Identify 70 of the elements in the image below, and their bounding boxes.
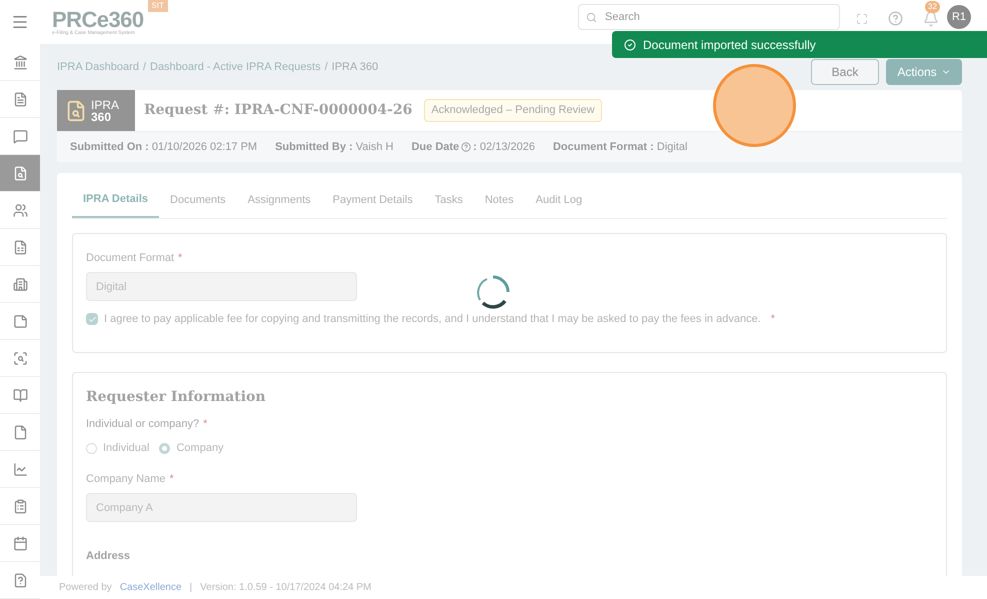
sidebar-item[interactable] bbox=[0, 155, 40, 192]
search-field[interactable]: Search bbox=[578, 4, 840, 30]
breadcrumb-separator: / bbox=[142, 60, 146, 75]
file-icon bbox=[12, 424, 28, 440]
note-icon bbox=[12, 314, 28, 328]
line-chart-icon bbox=[12, 462, 28, 476]
powered-by-text: Powered by bbox=[59, 581, 112, 595]
meta-item: Due Date : 02/13/2026 bbox=[411, 140, 535, 155]
brand-logo: CaseXellence bbox=[120, 581, 182, 595]
breadcrumb-link[interactable]: IPRA 360 bbox=[332, 58, 378, 76]
help-icon bbox=[461, 142, 472, 152]
check-icon bbox=[624, 38, 636, 50]
field-label: Company Name bbox=[86, 472, 166, 484]
document-format-field[interactable]: Digital bbox=[86, 272, 357, 301]
tab[interactable]: Assignments bbox=[236, 189, 322, 218]
badge-text: IPRA bbox=[91, 98, 120, 110]
toast-message: Document imported successfully bbox=[643, 36, 816, 54]
environment-badge: SIT bbox=[148, 0, 168, 12]
meta-item: Document Format : Digital bbox=[552, 140, 688, 155]
loading-spinner bbox=[475, 274, 511, 310]
spreadsheet-icon bbox=[12, 240, 28, 254]
breadcrumb-separator: / bbox=[324, 60, 328, 75]
badge-number: 360 bbox=[91, 110, 112, 122]
tab[interactable]: Tasks bbox=[424, 189, 474, 218]
radio-option[interactable]: Individual bbox=[86, 440, 150, 456]
tab[interactable]: IPRA Details bbox=[72, 189, 160, 218]
logo: PRCe360 bbox=[52, 8, 144, 30]
section-title: Requester Information bbox=[86, 388, 267, 406]
question-file-icon bbox=[12, 572, 28, 588]
field-label: Individual or company? bbox=[86, 418, 200, 430]
document-search-icon bbox=[65, 100, 87, 122]
document-icon bbox=[12, 92, 28, 106]
required-mark: * bbox=[169, 472, 174, 484]
company-name-field[interactable]: Company A bbox=[86, 493, 357, 522]
breadcrumb-link[interactable]: IPRA Dashboard bbox=[57, 58, 139, 76]
tab[interactable]: Documents bbox=[159, 189, 237, 218]
check-icon bbox=[88, 314, 96, 324]
address-label: Address bbox=[86, 549, 132, 564]
book-icon bbox=[12, 388, 28, 402]
clipboard-icon bbox=[12, 498, 28, 514]
meta-item: Submitted On : 01/10/2026 02:17 PM bbox=[70, 140, 258, 155]
status-badge: Acknowledged – Pending Review bbox=[424, 99, 602, 122]
required-mark: * bbox=[178, 252, 182, 264]
tab[interactable]: Notes bbox=[474, 189, 525, 218]
scan-icon bbox=[12, 350, 28, 366]
calendar-icon bbox=[12, 536, 28, 550]
agree-checkbox[interactable] bbox=[86, 313, 98, 326]
required-mark: * bbox=[770, 312, 776, 327]
required-mark: * bbox=[203, 418, 208, 430]
meta-item: Submitted By : Vaish H bbox=[275, 140, 394, 155]
request-title: Request #: IPRA-CNF-0000004-26 bbox=[144, 101, 412, 120]
chat-icon bbox=[12, 128, 28, 144]
user-avatar[interactable]: R1 bbox=[947, 5, 971, 29]
field-label: Document Format bbox=[86, 252, 174, 264]
users-icon bbox=[12, 202, 28, 218]
help-icon[interactable] bbox=[888, 11, 903, 26]
tab[interactable]: Payment Details bbox=[322, 189, 424, 218]
agree-text: I agree to pay applicable fee for copying and transmitting the records, and I understand that I may be asked to pay the fees in advance. bbox=[104, 312, 761, 327]
radio-option[interactable]: Company bbox=[159, 440, 224, 456]
tab[interactable]: Audit Log bbox=[524, 189, 594, 218]
bank-icon bbox=[12, 54, 28, 70]
footer-separator: | bbox=[190, 581, 192, 595]
notification-count: 32 bbox=[925, 1, 940, 13]
version-text: Version: 1.0.59 - 10/17/2024 04:24 PM bbox=[200, 581, 372, 595]
notification-icon[interactable] bbox=[923, 11, 939, 27]
back-button[interactable]: Back bbox=[811, 59, 879, 85]
breadcrumb-link[interactable]: Dashboard - Active IPRA Requests bbox=[150, 58, 321, 76]
document-search-icon bbox=[12, 166, 28, 180]
actions-button[interactable]: Actions bbox=[886, 59, 962, 85]
building-icon bbox=[12, 276, 28, 292]
